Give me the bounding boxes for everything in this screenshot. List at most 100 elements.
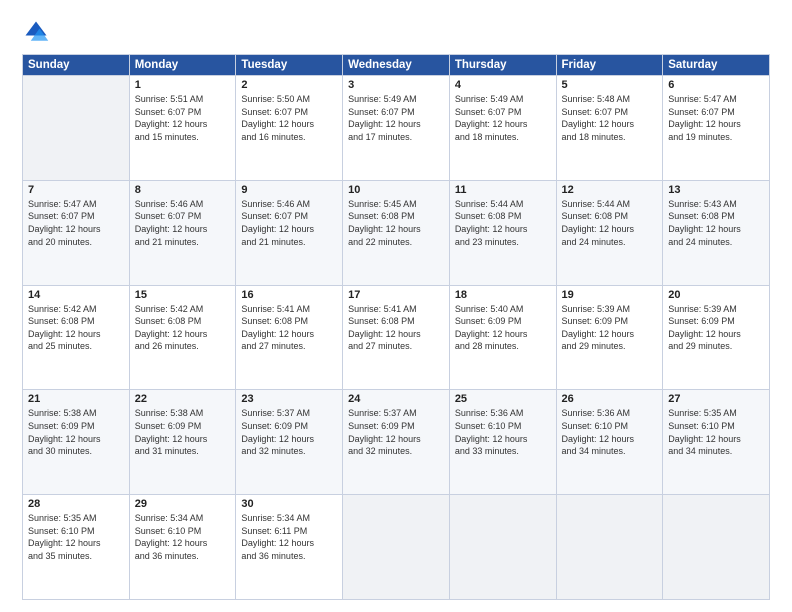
day-info: Sunrise: 5:41 AM Sunset: 6:08 PM Dayligh… [348,303,444,353]
calendar-day-cell: 13 Sunrise: 5:43 AM Sunset: 6:08 PM Dayli… [663,180,770,285]
calendar-day-cell: 6 Sunrise: 5:47 AM Sunset: 6:07 PM Daylig… [663,76,770,181]
day-number: 10 [348,184,444,196]
day-number: 2 [241,79,337,91]
day-number: 9 [241,184,337,196]
day-number: 19 [562,289,658,301]
day-info: Sunrise: 5:47 AM Sunset: 6:07 PM Dayligh… [28,198,124,248]
calendar-day-cell: 16 Sunrise: 5:41 AM Sunset: 6:08 PM Dayli… [236,285,343,390]
day-info: Sunrise: 5:44 AM Sunset: 6:08 PM Dayligh… [455,198,551,248]
day-number: 4 [455,79,551,91]
calendar-week-row: 28 Sunrise: 5:35 AM Sunset: 6:10 PM Dayli… [23,495,770,600]
calendar-week-row: 21 Sunrise: 5:38 AM Sunset: 6:09 PM Dayli… [23,390,770,495]
calendar-day-cell: 28 Sunrise: 5:35 AM Sunset: 6:10 PM Dayli… [23,495,130,600]
calendar-weekday-header: Monday [129,55,236,76]
calendar-table: SundayMondayTuesdayWednesdayThursdayFrid… [22,54,770,600]
calendar-day-cell [663,495,770,600]
calendar-day-cell: 12 Sunrise: 5:44 AM Sunset: 6:08 PM Dayli… [556,180,663,285]
calendar-day-cell: 25 Sunrise: 5:36 AM Sunset: 6:10 PM Dayli… [449,390,556,495]
calendar-day-cell: 29 Sunrise: 5:34 AM Sunset: 6:10 PM Dayli… [129,495,236,600]
day-number: 1 [135,79,231,91]
day-info: Sunrise: 5:34 AM Sunset: 6:11 PM Dayligh… [241,512,337,562]
calendar-day-cell: 10Sunrise: 5:45 AM Sunset: 6:08 PM Dayli… [343,180,450,285]
day-number: 25 [455,393,551,405]
day-info: Sunrise: 5:35 AM Sunset: 6:10 PM Dayligh… [28,512,124,562]
day-number: 18 [455,289,551,301]
day-info: Sunrise: 5:37 AM Sunset: 6:09 PM Dayligh… [241,407,337,457]
day-number: 29 [135,498,231,510]
day-info: Sunrise: 5:40 AM Sunset: 6:09 PM Dayligh… [455,303,551,353]
day-number: 6 [668,79,764,91]
day-info: Sunrise: 5:48 AM Sunset: 6:07 PM Dayligh… [562,93,658,143]
day-info: Sunrise: 5:44 AM Sunset: 6:08 PM Dayligh… [562,198,658,248]
day-info: Sunrise: 5:37 AM Sunset: 6:09 PM Dayligh… [348,407,444,457]
day-info: Sunrise: 5:47 AM Sunset: 6:07 PM Dayligh… [668,93,764,143]
day-info: Sunrise: 5:49 AM Sunset: 6:07 PM Dayligh… [348,93,444,143]
calendar-day-cell: 11 Sunrise: 5:44 AM Sunset: 6:08 PM Dayli… [449,180,556,285]
day-number: 12 [562,184,658,196]
day-number: 16 [241,289,337,301]
calendar-day-cell: 8 Sunrise: 5:46 AM Sunset: 6:07 PM Daylig… [129,180,236,285]
day-number: 13 [668,184,764,196]
calendar-day-cell: 14Sunrise: 5:42 AM Sunset: 6:08 PM Dayli… [23,285,130,390]
day-number: 26 [562,393,658,405]
calendar-day-cell: 22Sunrise: 5:38 AM Sunset: 6:09 PM Dayli… [129,390,236,495]
logo-icon [22,18,50,46]
calendar-day-cell: 27Sunrise: 5:35 AM Sunset: 6:10 PM Dayli… [663,390,770,495]
calendar-week-row: 1 Sunrise: 5:51 AM Sunset: 6:07 PM Daylig… [23,76,770,181]
day-number: 28 [28,498,124,510]
calendar-header-row: SundayMondayTuesdayWednesdayThursdayFrid… [23,55,770,76]
calendar-weekday-header: Wednesday [343,55,450,76]
day-info: Sunrise: 5:38 AM Sunset: 6:09 PM Dayligh… [28,407,124,457]
day-number: 23 [241,393,337,405]
calendar-weekday-header: Saturday [663,55,770,76]
calendar-day-cell [23,76,130,181]
calendar-day-cell: 19Sunrise: 5:39 AM Sunset: 6:09 PM Dayli… [556,285,663,390]
calendar-week-row: 14Sunrise: 5:42 AM Sunset: 6:08 PM Dayli… [23,285,770,390]
day-info: Sunrise: 5:41 AM Sunset: 6:08 PM Dayligh… [241,303,337,353]
calendar-weekday-header: Sunday [23,55,130,76]
day-number: 3 [348,79,444,91]
calendar-day-cell: 3 Sunrise: 5:49 AM Sunset: 6:07 PM Daylig… [343,76,450,181]
day-info: Sunrise: 5:51 AM Sunset: 6:07 PM Dayligh… [135,93,231,143]
day-info: Sunrise: 5:43 AM Sunset: 6:08 PM Dayligh… [668,198,764,248]
calendar-day-cell: 24 Sunrise: 5:37 AM Sunset: 6:09 PM Dayli… [343,390,450,495]
calendar-day-cell [343,495,450,600]
calendar-weekday-header: Thursday [449,55,556,76]
day-number: 7 [28,184,124,196]
day-number: 14 [28,289,124,301]
day-info: Sunrise: 5:36 AM Sunset: 6:10 PM Dayligh… [455,407,551,457]
calendar-day-cell: 2 Sunrise: 5:50 AM Sunset: 6:07 PM Daylig… [236,76,343,181]
calendar-day-cell: 21 Sunrise: 5:38 AM Sunset: 6:09 PM Dayli… [23,390,130,495]
calendar-day-cell: 4 Sunrise: 5:49 AM Sunset: 6:07 PM Daylig… [449,76,556,181]
calendar-weekday-header: Friday [556,55,663,76]
day-number: 20 [668,289,764,301]
day-info: Sunrise: 5:49 AM Sunset: 6:07 PM Dayligh… [455,93,551,143]
day-number: 11 [455,184,551,196]
page: SundayMondayTuesdayWednesdayThursdayFrid… [0,0,792,612]
day-number: 27 [668,393,764,405]
calendar-day-cell [556,495,663,600]
calendar-day-cell: 23 Sunrise: 5:37 AM Sunset: 6:09 PM Dayli… [236,390,343,495]
calendar-day-cell: 26 Sunrise: 5:36 AM Sunset: 6:10 PM Dayli… [556,390,663,495]
day-info: Sunrise: 5:46 AM Sunset: 6:07 PM Dayligh… [135,198,231,248]
day-number: 17 [348,289,444,301]
calendar-day-cell: 9 Sunrise: 5:46 AM Sunset: 6:07 PM Daylig… [236,180,343,285]
day-number: 15 [135,289,231,301]
day-info: Sunrise: 5:50 AM Sunset: 6:07 PM Dayligh… [241,93,337,143]
calendar-day-cell: 5Sunrise: 5:48 AM Sunset: 6:07 PM Daylig… [556,76,663,181]
day-info: Sunrise: 5:36 AM Sunset: 6:10 PM Dayligh… [562,407,658,457]
day-number: 24 [348,393,444,405]
day-info: Sunrise: 5:39 AM Sunset: 6:09 PM Dayligh… [668,303,764,353]
day-number: 21 [28,393,124,405]
calendar-day-cell: 17 Sunrise: 5:41 AM Sunset: 6:08 PM Dayli… [343,285,450,390]
calendar-day-cell [449,495,556,600]
calendar-day-cell: 30Sunrise: 5:34 AM Sunset: 6:11 PM Dayli… [236,495,343,600]
calendar-week-row: 7 Sunrise: 5:47 AM Sunset: 6:07 PM Daylig… [23,180,770,285]
day-number: 22 [135,393,231,405]
day-info: Sunrise: 5:46 AM Sunset: 6:07 PM Dayligh… [241,198,337,248]
day-number: 8 [135,184,231,196]
day-info: Sunrise: 5:34 AM Sunset: 6:10 PM Dayligh… [135,512,231,562]
calendar-day-cell: 20 Sunrise: 5:39 AM Sunset: 6:09 PM Dayli… [663,285,770,390]
calendar-day-cell: 7 Sunrise: 5:47 AM Sunset: 6:07 PM Daylig… [23,180,130,285]
header [22,18,770,46]
